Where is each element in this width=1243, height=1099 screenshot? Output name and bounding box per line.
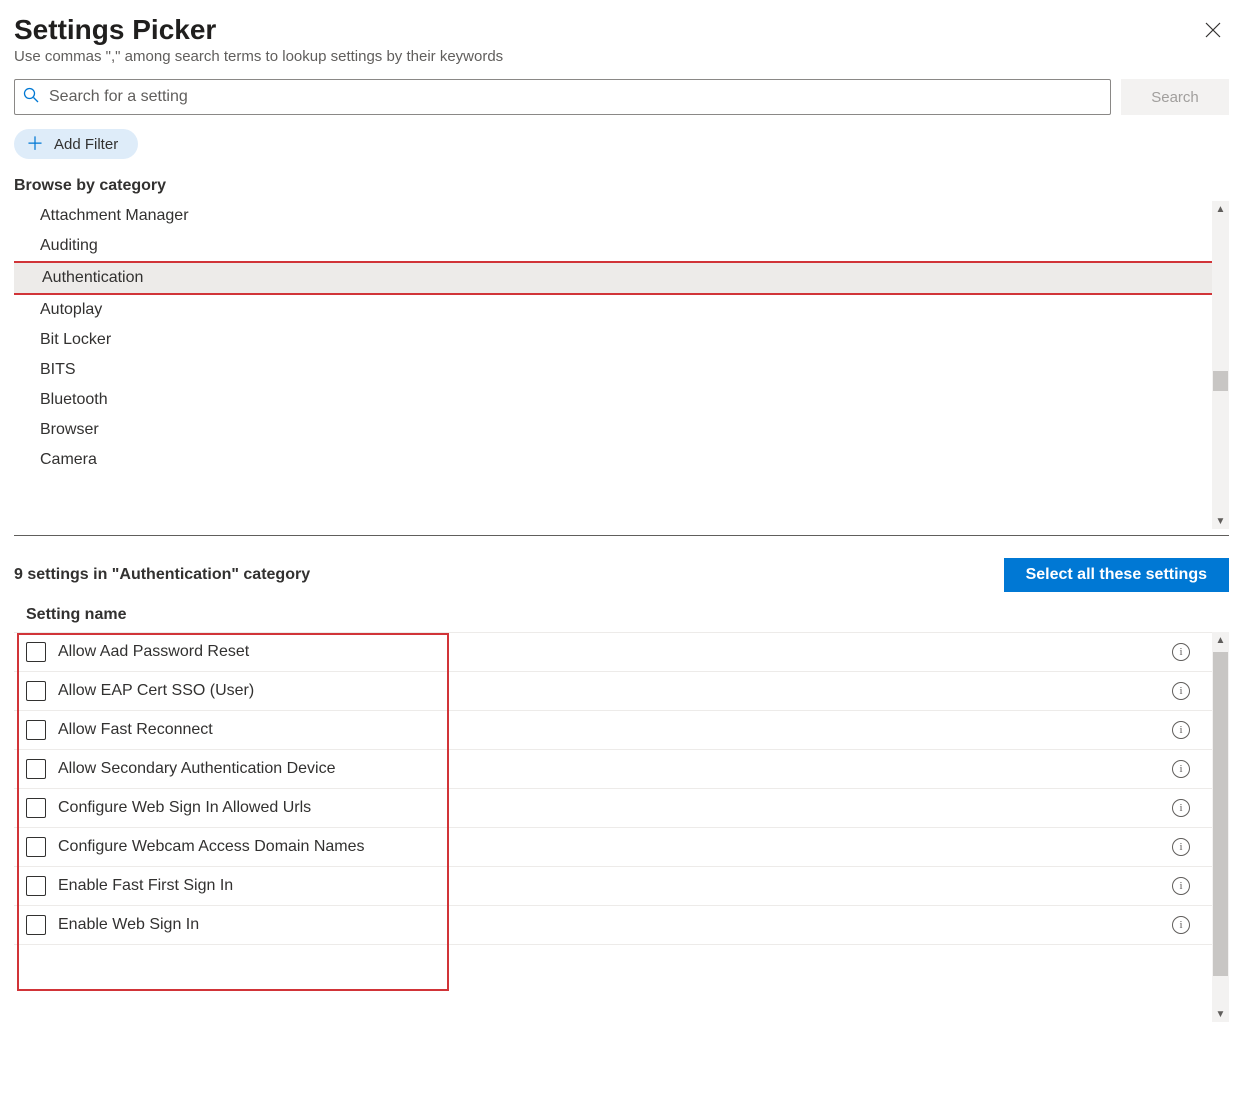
category-item[interactable]: Browser	[14, 415, 1215, 445]
category-item[interactable]: BITS	[14, 355, 1215, 385]
info-icon[interactable]: i	[1172, 877, 1190, 895]
checkbox[interactable]	[26, 642, 46, 662]
setting-label: Allow Fast Reconnect	[58, 721, 1160, 739]
scroll-up-icon[interactable]: ▲	[1212, 632, 1229, 648]
setting-label: Configure Web Sign In Allowed Urls	[58, 799, 1160, 817]
checkbox[interactable]	[26, 720, 46, 740]
category-item[interactable]: Bluetooth	[14, 385, 1215, 415]
search-box[interactable]	[14, 79, 1111, 115]
info-icon[interactable]: i	[1172, 799, 1190, 817]
add-filter-label: Add Filter	[54, 136, 118, 153]
setting-label: Enable Web Sign In	[58, 916, 1160, 934]
setting-row[interactable]: Allow Aad Password Reset i	[14, 633, 1212, 672]
browse-by-category-label: Browse by category	[14, 177, 1229, 195]
category-item[interactable]: Attachment Manager	[14, 201, 1215, 231]
setting-row[interactable]: Allow Fast Reconnect i	[14, 711, 1212, 750]
search-icon	[23, 87, 39, 108]
page-title: Settings Picker	[14, 14, 1197, 46]
setting-label: Allow Secondary Authentication Device	[58, 760, 1160, 778]
scroll-down-icon[interactable]: ▼	[1212, 513, 1229, 529]
scroll-up-icon[interactable]: ▲	[1212, 201, 1229, 217]
page-subtitle: Use commas "," among search terms to loo…	[14, 48, 1229, 65]
plus-icon: ＋	[26, 135, 44, 153]
select-all-button[interactable]: Select all these settings	[1004, 558, 1229, 592]
info-icon[interactable]: i	[1172, 643, 1190, 661]
checkbox[interactable]	[26, 876, 46, 896]
scroll-down-icon[interactable]: ▼	[1212, 1006, 1229, 1022]
checkbox[interactable]	[26, 681, 46, 701]
info-icon[interactable]: i	[1172, 682, 1190, 700]
results-count: 9 settings in "Authentication" category	[14, 566, 310, 584]
info-icon[interactable]: i	[1172, 916, 1190, 934]
category-item[interactable]: Bit Locker	[14, 325, 1215, 355]
setting-label: Allow EAP Cert SSO (User)	[58, 682, 1160, 700]
close-icon[interactable]	[1197, 14, 1229, 46]
setting-row[interactable]: Configure Webcam Access Domain Names i	[14, 828, 1212, 867]
category-item[interactable]: Camera	[14, 445, 1215, 475]
setting-row[interactable]: Enable Fast First Sign In i	[14, 867, 1212, 906]
info-icon[interactable]: i	[1172, 721, 1190, 739]
setting-row[interactable]: Enable Web Sign In i	[14, 906, 1212, 945]
scrollbar-thumb[interactable]	[1213, 652, 1228, 976]
search-button[interactable]: Search	[1121, 79, 1229, 115]
setting-name-header: Setting name	[14, 602, 1229, 632]
setting-row[interactable]: Configure Web Sign In Allowed Urls i	[14, 789, 1212, 828]
add-filter-button[interactable]: ＋ Add Filter	[14, 129, 138, 159]
category-item[interactable]: Auditing	[14, 231, 1215, 261]
checkbox[interactable]	[26, 915, 46, 935]
search-input[interactable]	[47, 87, 1102, 107]
scrollbar-thumb[interactable]	[1213, 371, 1228, 391]
checkbox[interactable]	[26, 837, 46, 857]
settings-scrollbar[interactable]: ▲ ▼	[1212, 632, 1229, 1022]
setting-label: Enable Fast First Sign In	[58, 877, 1160, 895]
setting-row[interactable]: Allow Secondary Authentication Device i	[14, 750, 1212, 789]
setting-label: Configure Webcam Access Domain Names	[58, 838, 1160, 856]
info-icon[interactable]: i	[1172, 838, 1190, 856]
category-item[interactable]: Autoplay	[14, 295, 1215, 325]
checkbox[interactable]	[26, 798, 46, 818]
setting-row[interactable]: Allow EAP Cert SSO (User) i	[14, 672, 1212, 711]
checkbox[interactable]	[26, 759, 46, 779]
setting-label: Allow Aad Password Reset	[58, 643, 1160, 661]
info-icon[interactable]: i	[1172, 760, 1190, 778]
category-scrollbar[interactable]: ▲ ▼	[1212, 201, 1229, 529]
category-item[interactable]: Authentication	[14, 261, 1215, 295]
